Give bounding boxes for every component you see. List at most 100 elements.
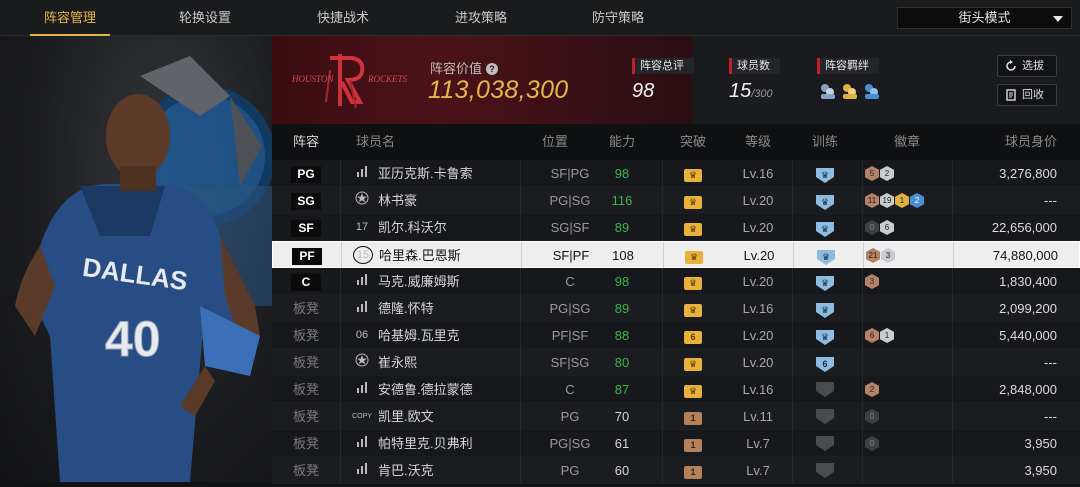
player-name[interactable]: 凯里.欧文 (378, 403, 434, 430)
tab-rotation[interactable]: 轮换设置 (165, 0, 245, 36)
table-row[interactable]: C 马克.威廉姆斯 C 98 ♛ Lv.20 ♛ 3 1,830,400 (272, 268, 1080, 295)
player-worth: 3,950 (1024, 436, 1057, 451)
chevron-down-icon (1053, 16, 1063, 22)
training-shield-icon: ♛ (816, 195, 834, 210)
lineup-slot: PG (272, 160, 340, 187)
badge-icon: 6 (865, 328, 879, 343)
bench-label: 板凳 (292, 436, 319, 451)
crown-icon: ♛ (684, 358, 702, 371)
player-name[interactable]: 安德鲁.德拉蒙德 (378, 376, 473, 403)
player-worth: 2,848,000 (999, 382, 1057, 397)
badges-cell[interactable]: 2 (865, 376, 955, 403)
bond-icons[interactable] (817, 82, 887, 105)
player-ability: 116 (611, 193, 633, 208)
cell-separator (662, 457, 663, 484)
badges-cell[interactable]: 06 (865, 214, 955, 241)
training-cell[interactable]: 6 (800, 349, 850, 376)
badges-cell[interactable]: 21 3 (866, 242, 956, 269)
training-cell[interactable] (800, 457, 850, 484)
breakthrough-cell: ♛ (668, 214, 718, 241)
slot-badge: SG (291, 193, 321, 210)
stats-icon (352, 268, 372, 295)
select-button[interactable]: 选拔 (997, 55, 1057, 77)
training-cell[interactable]: ♛ (800, 268, 850, 295)
cell-separator (340, 160, 341, 187)
bench-label: 板凳 (292, 301, 319, 316)
stat-overall-value: 98 (632, 80, 655, 102)
col-ability[interactable]: 能力 (597, 124, 647, 160)
player-name[interactable]: 帕特里克.贝弗利 (378, 430, 473, 457)
table-row[interactable]: 板凳 德隆.怀特 PG|SG 89 ♛ Lv.16 ♛ 2,099,200 (272, 295, 1080, 322)
training-cell[interactable]: ♛ (800, 322, 850, 349)
training-cell[interactable] (800, 430, 850, 457)
jersey-number: 06 (355, 329, 369, 341)
training-cell[interactable] (800, 403, 850, 430)
cell-separator (792, 376, 793, 403)
help-icon[interactable]: ? (486, 63, 499, 75)
tab-quick-tactics[interactable]: 快捷战术 (303, 0, 383, 36)
svg-text:40: 40 (105, 311, 161, 367)
recycle-button[interactable]: 回收 (997, 84, 1057, 106)
player-worth: 3,276,800 (999, 166, 1057, 181)
player-name[interactable]: 凯尔.科沃尔 (378, 214, 447, 241)
badges-cell[interactable] (865, 457, 955, 484)
table-row[interactable]: 板凳 COPY 凯里.欧文 PG 70 1 Lv.11 0 --- (272, 403, 1080, 430)
lineup-value: 113,038,300 (428, 76, 569, 104)
training-cell[interactable]: ♛ (800, 295, 850, 322)
table-row[interactable]: 板凳 肯巴.沃克 PG 60 1 Lv.7 3,950 (272, 457, 1080, 484)
table-row[interactable]: 板凳 06 哈基姆.瓦里克 PF|SF 88 6 Lv.20 ♛ 6 1 5,440,000 (272, 322, 1080, 349)
player-ability: 60 (614, 463, 630, 478)
badges-cell[interactable]: 11 19 1 2 (865, 187, 955, 214)
breakthrough-cell: ♛ (668, 349, 718, 376)
table-row[interactable]: SF 17 凯尔.科沃尔 SG|SF 89 ♛ Lv.20 ♛ 0 6 22,656,000 (272, 214, 1080, 241)
player-name[interactable]: 崔永熙 (378, 349, 417, 376)
table-row[interactable]: PF 15 哈里森.巴恩斯 SF|PF 108 ♛ Lv.20 ♛ 21 3 74,880,000 (272, 241, 1080, 269)
player-level: Lv.20 (742, 355, 774, 370)
player-worth: --- (1044, 355, 1057, 370)
mode-select[interactable]: 街头模式 (897, 7, 1072, 29)
badge-icon: 3 (881, 248, 895, 263)
cell-separator (792, 187, 793, 214)
table-row[interactable]: 板凳 帕特里克.贝弗利 PG|SG 61 1 Lv.7 0 3,950 (272, 430, 1080, 457)
player-name[interactable]: 林书豪 (378, 187, 417, 214)
player-name[interactable]: 马克.威廉姆斯 (378, 268, 460, 295)
bond-icon-1 (821, 84, 835, 99)
table-row[interactable]: 板凳 崔永熙 SF|SG 80 ♛ Lv.20 6 --- (272, 349, 1080, 376)
player-name[interactable]: 肯巴.沃克 (378, 457, 434, 484)
training-cell[interactable]: ♛ (801, 242, 851, 269)
table-row[interactable]: 板凳 安德鲁.德拉蒙德 C 87 ♛ Lv.16 2 2,848,000 (272, 376, 1080, 403)
col-position: 位置 (541, 134, 568, 149)
training-shield-icon (816, 463, 834, 478)
badges-cell[interactable] (865, 349, 955, 376)
badges-cell[interactable]: 0 (865, 430, 955, 457)
player-worth: 3,950 (1024, 463, 1057, 478)
tab-offense[interactable]: 进攻策略 (441, 0, 521, 36)
cell-separator (663, 242, 664, 269)
cell-separator (792, 160, 793, 187)
training-cell[interactable]: ♛ (800, 187, 850, 214)
badges-cell[interactable]: 52 (865, 160, 955, 187)
table-row[interactable]: SG 林书豪 PG|SG 116 ♛ Lv.20 ♛ 11 19 1 2 --- (272, 187, 1080, 214)
tab-defense[interactable]: 防守策略 (578, 0, 658, 36)
badges-cell[interactable] (865, 295, 955, 322)
cell-separator (792, 349, 793, 376)
player-worth: 2,099,200 (999, 301, 1057, 316)
player-name[interactable]: 亚历克斯.卡鲁索 (378, 160, 473, 187)
training-cell[interactable]: ♛ (800, 160, 850, 187)
cell-separator (340, 430, 341, 457)
training-shield-icon: ♛ (816, 330, 834, 345)
training-cell[interactable]: ♛ (800, 214, 850, 241)
table-row[interactable]: PG 亚历克斯.卡鲁索 SF|PG 98 ♛ Lv.16 ♛ 5 2 3,276,800 (272, 160, 1080, 187)
player-name[interactable]: 德隆.怀特 (378, 295, 434, 322)
cell-separator (862, 268, 863, 295)
player-level: Lv.20 (742, 193, 774, 208)
player-name[interactable]: 哈里森.巴恩斯 (379, 242, 461, 269)
tab-lineup[interactable]: 阵容管理 (30, 0, 110, 36)
star-icon (352, 349, 372, 376)
training-cell[interactable] (800, 376, 850, 403)
player-level: Lv.7 (746, 463, 770, 478)
player-name[interactable]: 哈基姆.瓦里克 (378, 322, 460, 349)
badges-cell[interactable]: 0 (865, 403, 955, 430)
badges-cell[interactable]: 61 (865, 322, 955, 349)
badges-cell[interactable]: 3 (865, 268, 955, 295)
